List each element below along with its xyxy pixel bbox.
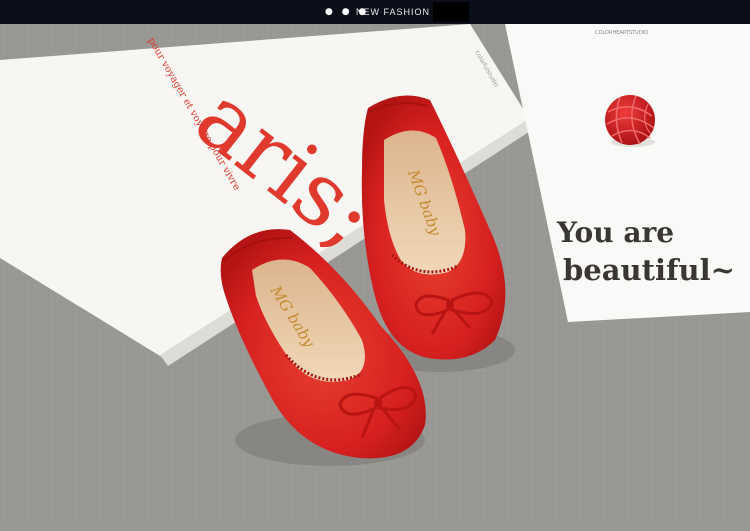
product-photo: aris; pour voyager et voyage pour vivre … (0, 24, 750, 527)
card-small-text: COLORHEARTSTUDIO (595, 30, 648, 36)
card-text-line2: beautiful~ (563, 253, 735, 287)
card-text-line1: You are (556, 216, 674, 249)
banner-black-block (433, 2, 469, 22)
top-banner: ● ● ● NEW FASHION (0, 0, 750, 24)
banner-title: NEW FASHION (356, 7, 431, 17)
photo-canvas: aris; pour voyager et voyage pour vivre … (0, 24, 750, 527)
